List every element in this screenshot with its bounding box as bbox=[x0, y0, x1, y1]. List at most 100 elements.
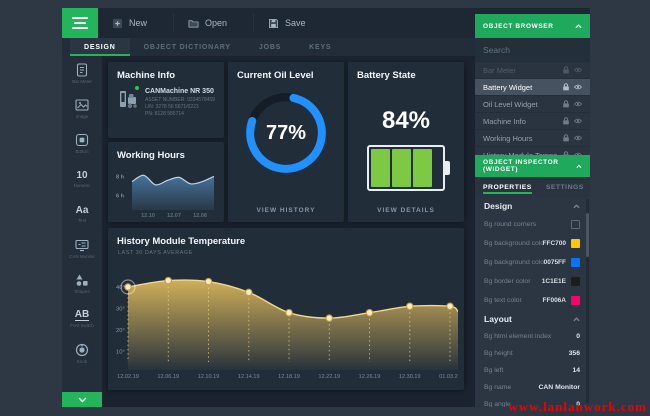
tab-design[interactable]: DESIGN bbox=[70, 38, 130, 56]
inspector-tab-settings[interactable]: SETTINGS bbox=[546, 177, 584, 197]
scrollbar[interactable] bbox=[586, 199, 589, 403]
lock-icon[interactable] bbox=[562, 66, 570, 74]
card-title: Battery State bbox=[348, 62, 464, 81]
battery-bar bbox=[392, 149, 411, 187]
lock-icon[interactable] bbox=[562, 134, 570, 142]
tab-jobs[interactable]: JOBS bbox=[245, 38, 295, 56]
browser-item[interactable]: History Module Temperature bbox=[475, 147, 590, 155]
temperature-history-widget[interactable]: History Module Temperature LAST 30 DAYS … bbox=[108, 228, 464, 390]
svg-text:12.02.19: 12.02.19 bbox=[117, 374, 139, 380]
machine-info-widget[interactable]: Machine Info CANMachine NR 350 ASSET NUM… bbox=[108, 62, 224, 138]
chevron-up-icon bbox=[575, 23, 582, 30]
view-history-link[interactable]: VIEW HISTORY bbox=[228, 207, 344, 214]
color-swatch[interactable] bbox=[571, 277, 580, 286]
property-value[interactable]: 0 bbox=[576, 333, 580, 340]
sidebar-item-knob[interactable]: Knob bbox=[62, 336, 102, 371]
eye-icon[interactable] bbox=[574, 66, 582, 74]
new-button[interactable]: New bbox=[98, 8, 173, 38]
open-folder-icon bbox=[188, 18, 199, 29]
chevron-up-icon bbox=[573, 316, 580, 323]
eye-icon[interactable] bbox=[574, 134, 582, 142]
app-logo-menu-button[interactable] bbox=[62, 8, 98, 38]
numeric-icon: 10 bbox=[76, 170, 87, 181]
color-value[interactable]: FFC700 bbox=[543, 240, 566, 247]
property-value[interactable]: CAN Monitor bbox=[538, 384, 580, 391]
section-header-layout[interactable]: Layout bbox=[475, 310, 590, 328]
object-inspector-header[interactable]: OBJECT INSPECTOR (WIDGET) bbox=[475, 155, 590, 177]
svg-text:8 h: 8 h bbox=[116, 174, 125, 180]
tab-object-dictionary[interactable]: OBJECT DICTIONARY bbox=[130, 38, 245, 56]
card-title: Working Hours bbox=[108, 142, 224, 161]
working-hours-widget[interactable]: Working Hours 8 h6 h12.1012.0712.08 bbox=[108, 142, 224, 222]
color-swatch[interactable] bbox=[571, 258, 580, 267]
section-header-design[interactable]: Design bbox=[475, 197, 590, 215]
browser-item[interactable]: Oil Level Widget bbox=[475, 96, 590, 113]
search-input[interactable] bbox=[483, 45, 590, 55]
battery-state-widget[interactable]: Battery State 84% VIEW DETAILS bbox=[348, 62, 464, 222]
svg-text:12.22.19: 12.22.19 bbox=[318, 374, 340, 380]
main-tabbar: DESIGNOBJECT DICTIONARYJOBSKEYS bbox=[62, 38, 475, 56]
lock-icon[interactable] bbox=[562, 151, 570, 155]
svg-text:30°: 30° bbox=[116, 306, 125, 312]
eye-icon[interactable] bbox=[574, 100, 582, 108]
lock-icon[interactable] bbox=[562, 100, 570, 108]
property-value[interactable]: 356 bbox=[569, 350, 580, 357]
lock-icon[interactable] bbox=[562, 117, 570, 125]
battery-bar bbox=[413, 149, 432, 187]
svg-text:12.07: 12.07 bbox=[167, 213, 181, 218]
checkbox[interactable] bbox=[571, 220, 580, 229]
property-value[interactable]: 14 bbox=[572, 367, 580, 374]
browser-item[interactable]: Bar Meter bbox=[475, 62, 590, 79]
eye-icon[interactable] bbox=[574, 117, 582, 125]
chevron-down-icon bbox=[78, 397, 87, 403]
button-icon bbox=[75, 133, 89, 147]
oil-percent-value: 77% bbox=[243, 90, 329, 176]
lock-icon[interactable] bbox=[562, 83, 570, 91]
inspector-content: DesignBg round corners Bg background colo… bbox=[475, 197, 590, 407]
property-row: Bg round corners bbox=[475, 215, 590, 234]
card-subtitle: LAST 30 DAYS AVERAGE bbox=[108, 247, 464, 256]
eye-icon[interactable] bbox=[574, 151, 582, 155]
color-swatch[interactable] bbox=[571, 239, 580, 248]
machine-lin: LIN: 3278 56 5871/0223 bbox=[145, 104, 215, 111]
sidebar-item-shapes[interactable]: Shapes bbox=[62, 266, 102, 301]
sidebar-item-can-monitor[interactable]: CAN Monitor bbox=[62, 231, 102, 266]
inspector-tab-properties[interactable]: PROPERTIES bbox=[483, 177, 532, 197]
chevron-up-icon bbox=[573, 203, 580, 210]
save-button[interactable]: Save bbox=[254, 8, 332, 38]
sidebar-item-bar-meter[interactable]: Bar Meter bbox=[62, 56, 102, 91]
sidebar-expand-button[interactable] bbox=[62, 392, 102, 407]
browser-item[interactable]: Working Hours bbox=[475, 130, 590, 147]
color-value[interactable]: FF006A bbox=[543, 297, 566, 304]
color-value[interactable]: 0075FF bbox=[544, 259, 566, 266]
eye-icon[interactable] bbox=[574, 83, 582, 91]
can-monitor-icon bbox=[75, 238, 89, 252]
knob-icon bbox=[75, 343, 89, 357]
svg-text:12.06.19: 12.06.19 bbox=[157, 374, 179, 380]
color-value[interactable]: 1C1E1E bbox=[542, 278, 566, 285]
sidebar-item-numeric[interactable]: 10Numeric bbox=[62, 161, 102, 196]
property-row: Bg left14 bbox=[475, 362, 590, 379]
status-dot bbox=[134, 85, 140, 91]
battery-icon bbox=[367, 145, 445, 191]
browser-item[interactable]: Battery Widget bbox=[475, 79, 590, 96]
open-button[interactable]: Open bbox=[174, 8, 253, 38]
tab-keys[interactable]: KEYS bbox=[295, 38, 345, 56]
toolbar: NewOpenSave bbox=[98, 8, 475, 38]
sidebar-item-font-switch[interactable]: ABFont Switch bbox=[62, 301, 102, 336]
object-browser-header[interactable]: OBJECT BROWSER bbox=[475, 14, 590, 38]
svg-text:40°: 40° bbox=[116, 285, 125, 291]
sidebar-item-image[interactable]: Image bbox=[62, 91, 102, 126]
svg-text:6 h: 6 h bbox=[116, 193, 125, 199]
bar-meter-icon bbox=[75, 63, 89, 77]
oil-level-widget[interactable]: Current Oil Level 77% VIEW HISTORY bbox=[228, 62, 344, 222]
property-row: Bg background color 20075FF bbox=[475, 253, 590, 272]
browser-item[interactable]: Machine Info bbox=[475, 113, 590, 130]
svg-text:12.10: 12.10 bbox=[141, 213, 155, 218]
sidebar-item-button[interactable]: Button bbox=[62, 126, 102, 161]
svg-text:10°: 10° bbox=[116, 349, 125, 355]
shapes-icon bbox=[75, 273, 89, 287]
view-details-link[interactable]: VIEW DETAILS bbox=[348, 207, 464, 214]
sidebar-item-text[interactable]: AaText bbox=[62, 196, 102, 231]
color-swatch[interactable] bbox=[571, 296, 580, 305]
